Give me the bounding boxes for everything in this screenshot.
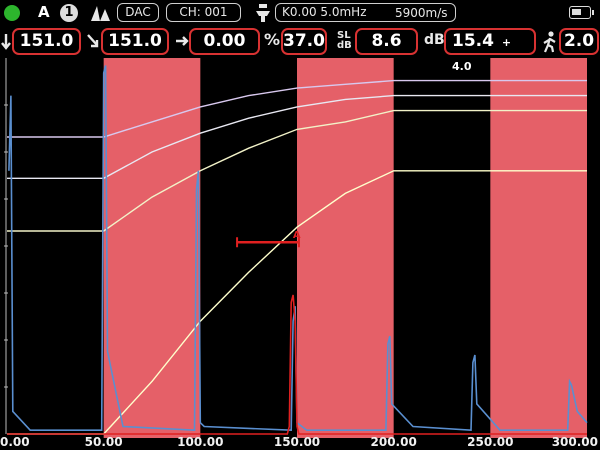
depth-reading[interactable]: 151.0 [12, 28, 81, 55]
x-tick-label: 50.00 [84, 435, 123, 449]
sl-label: SL [337, 30, 351, 41]
mode-dac[interactable]: DAC [117, 3, 159, 22]
x-tick-label: 0.00 [0, 435, 30, 449]
peak-icon[interactable] [90, 4, 112, 22]
amplitude-grid [4, 58, 8, 434]
x-tick-label: 250.00 [467, 435, 514, 449]
gate-label[interactable]: A [38, 3, 50, 21]
down-arrow-icon [1, 34, 11, 50]
sl-db-reading[interactable]: 8.6 [355, 28, 418, 55]
surface-distance-reading[interactable]: 0.00 [189, 28, 260, 55]
sound-velocity: 5900m/s [395, 6, 448, 20]
channel-pill[interactable]: CH: 001 [166, 3, 241, 22]
channel-number-badge[interactable]: 1 [60, 4, 78, 22]
walker-icon [543, 31, 556, 53]
x-tick-label: 150.00 [273, 435, 321, 449]
status-bar: A 1 DAC CH: 001 K0.00 5.0mHz 5900m/s [0, 0, 600, 26]
probe-icon[interactable] [254, 3, 272, 23]
sl-db-label: dB [337, 40, 352, 51]
a-scan-display[interactable]: A [0, 58, 600, 450]
scan-reading[interactable]: 2.0 [559, 28, 599, 55]
band-3 [490, 58, 587, 438]
amplitude-reading[interactable]: 37.0 [281, 28, 327, 55]
battery-fill [572, 9, 581, 15]
band-2 [297, 58, 394, 438]
amplitude-symbol: % [264, 30, 281, 49]
k-frequency: K0.00 5.0mHz [282, 5, 367, 19]
readings-row: 151.0 151.0 0.00 % 37.0 SL dB 8.6 dB 15.… [0, 28, 600, 73]
x-tick-label: 300.00 [551, 435, 598, 449]
battery-icon [569, 6, 594, 19]
gate-label-text: A [293, 230, 301, 241]
right-arrow-icon [176, 36, 189, 46]
gain-label: dB [424, 32, 445, 48]
diagonal-arrow-icon [87, 34, 99, 48]
gain-box[interactable]: 15.4 + 4.0 [444, 28, 536, 73]
status-led [4, 5, 20, 21]
x-tick-label: 100.00 [177, 435, 224, 449]
path-reading[interactable]: 151.0 [101, 28, 169, 55]
x-tick-label: 200.00 [370, 435, 417, 449]
gain-reading: 15.4 [452, 31, 494, 51]
